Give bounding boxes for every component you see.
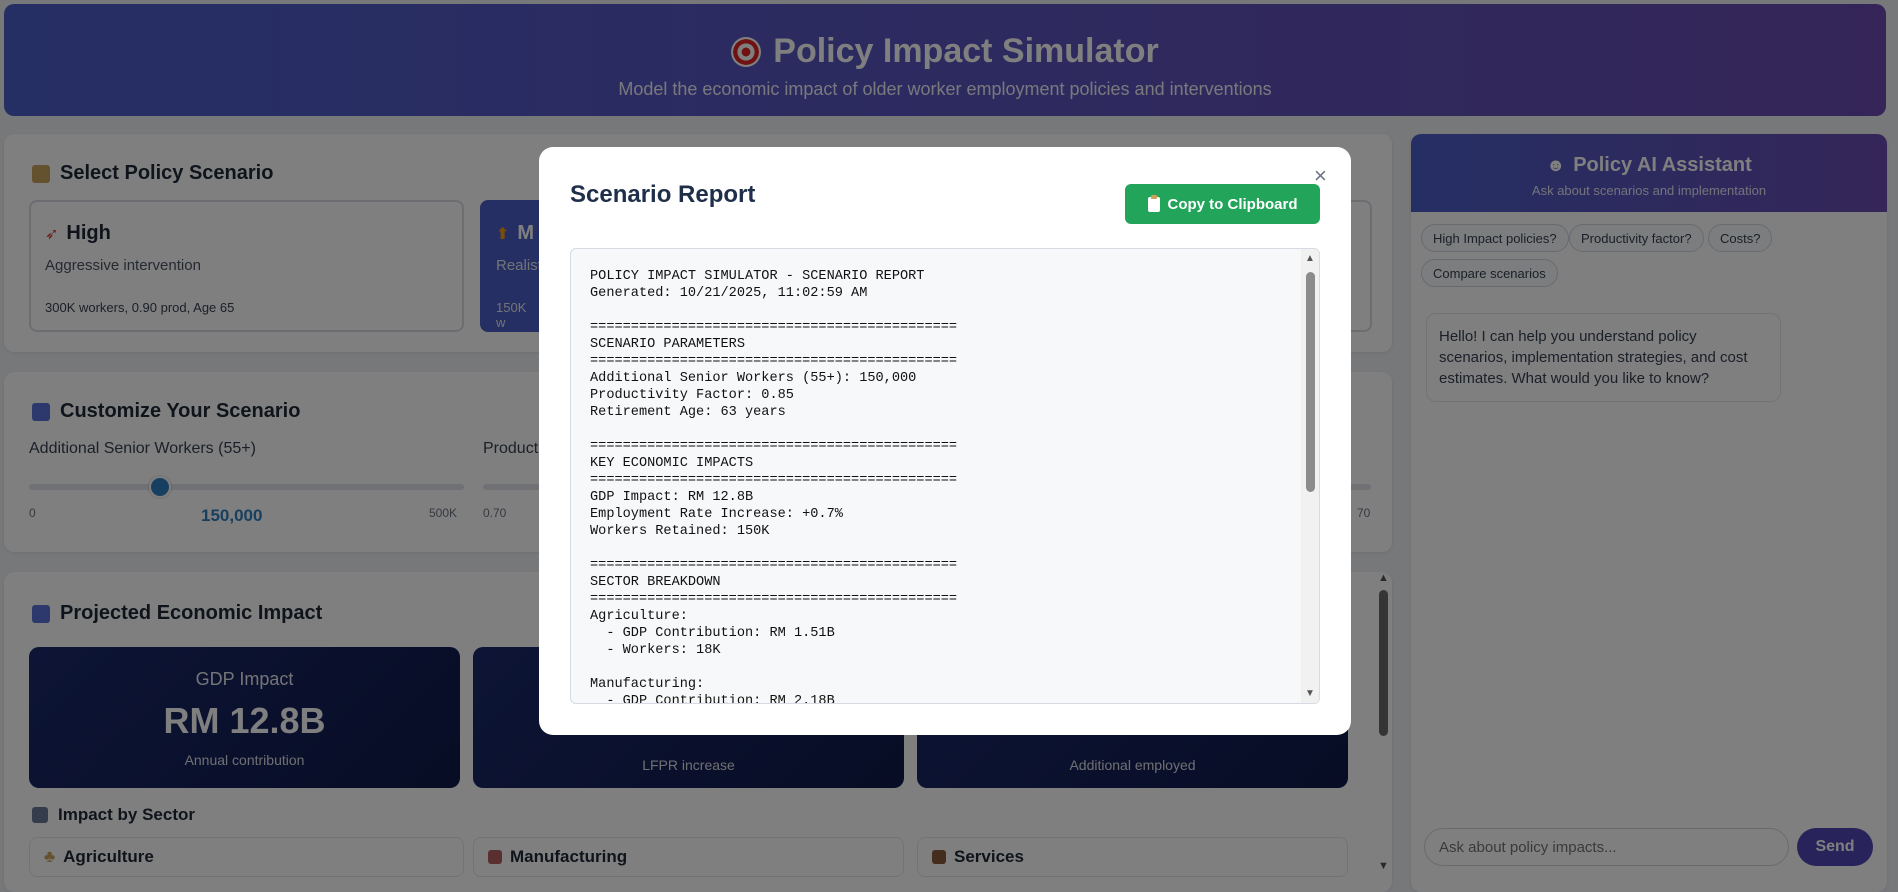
clipboard-icon — [1147, 194, 1160, 212]
report-scrollbar-thumb[interactable] — [1306, 272, 1315, 492]
report-scrollbar[interactable]: ▲ ▼ — [1301, 249, 1319, 703]
report-text: POLICY IMPACT SIMULATOR - SCENARIO REPOR… — [590, 269, 958, 704]
scenario-report-modal: Scenario Report × Copy to Clipboard POLI… — [539, 147, 1351, 735]
modal-title: Scenario Report — [570, 181, 756, 208]
copy-button-label: Copy to Clipboard — [1167, 195, 1298, 213]
scroll-up-arrow[interactable]: ▲ — [1305, 253, 1315, 264]
report-textbox[interactable]: POLICY IMPACT SIMULATOR - SCENARIO REPOR… — [570, 248, 1320, 704]
scroll-down-arrow[interactable]: ▼ — [1305, 688, 1315, 699]
copy-to-clipboard-button[interactable]: Copy to Clipboard — [1125, 184, 1320, 224]
